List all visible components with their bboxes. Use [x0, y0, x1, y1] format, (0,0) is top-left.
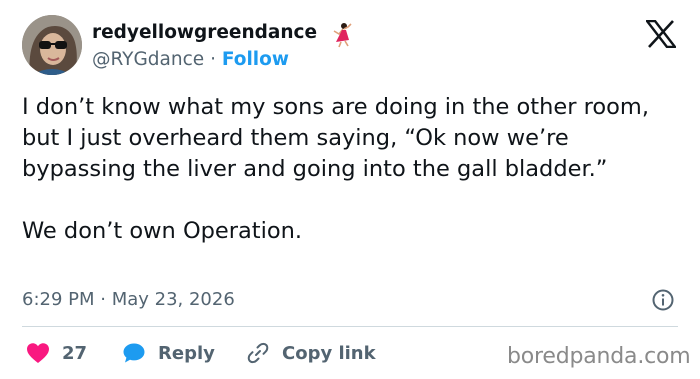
- avatar[interactable]: [22, 15, 82, 75]
- boredpanda-watermark: boredpanda.com: [507, 344, 691, 369]
- copy-link-label: Copy link: [282, 342, 376, 364]
- reply-label: Reply: [158, 342, 215, 364]
- divider: [22, 326, 678, 327]
- follow-button[interactable]: Follow: [222, 49, 289, 70]
- tweet-timestamp[interactable]: 6:29 PM · May 23, 2026: [22, 289, 235, 310]
- reply-button[interactable]: Reply: [122, 340, 215, 366]
- link-icon: [247, 342, 269, 364]
- author-handle-row: @RYGdance · Follow: [92, 49, 289, 70]
- separator-dot: ·: [210, 49, 216, 70]
- dancer-emoji-icon: [333, 23, 352, 48]
- heart-icon: [27, 343, 49, 363]
- x-logo-icon[interactable]: [646, 20, 676, 48]
- like-count: 27: [62, 342, 88, 364]
- reply-bubble-icon: [123, 343, 145, 363]
- author-handle[interactable]: @RYGdance: [92, 49, 204, 70]
- avatar-photo: [22, 15, 82, 75]
- info-icon[interactable]: [651, 288, 675, 312]
- author-display-name[interactable]: redyellowgreendance: [92, 22, 317, 43]
- copy-link-button[interactable]: Copy link: [246, 340, 376, 366]
- like-button[interactable]: 27: [26, 340, 87, 366]
- tweet-text: I don’t know what my sons are doing in t…: [22, 94, 649, 244]
